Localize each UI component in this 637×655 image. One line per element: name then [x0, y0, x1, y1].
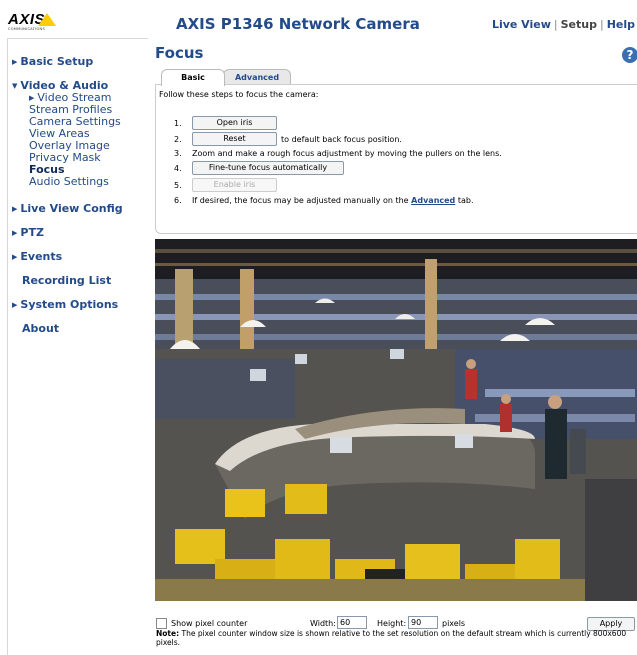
caret-down-icon: ▼: [12, 82, 18, 90]
caret-right-icon: ▶: [29, 94, 35, 102]
caret-right-icon: ▶: [12, 205, 18, 213]
main-content: Focus ? Basic Advanced Follow these step…: [155, 38, 637, 654]
sidebar: ▶ Basic Setup ▼ Video & Audio ▶ Video Strea…: [7, 38, 148, 655]
logo-triangle-icon: [38, 13, 56, 26]
sidebar-item-label: Basic Setup: [20, 55, 94, 68]
height-label: Height:: [377, 619, 407, 628]
sidebar-item-label: PTZ: [20, 226, 44, 239]
step-text-after: tab.: [457, 196, 474, 205]
sidebar-item-events[interactable]: ▶ Events: [12, 250, 62, 263]
caret-right-icon: ▶: [12, 301, 18, 309]
sidebar-item-ptz[interactable]: ▶ PTZ: [12, 226, 44, 239]
step-number: 6.: [174, 196, 182, 205]
help-icon[interactable]: ?: [622, 47, 637, 63]
help-link[interactable]: Help: [607, 18, 635, 31]
sidebar-item-label: Live View Config: [20, 202, 123, 215]
focus-steps-panel: Follow these steps to focus the camera: …: [155, 84, 637, 234]
sidebar-item-live-view-config[interactable]: ▶ Live View Config: [12, 202, 123, 215]
separator: |: [553, 18, 558, 31]
show-pixel-counter-checkbox[interactable]: [156, 618, 167, 629]
intro-text: Follow these steps to focus the camera:: [159, 90, 319, 99]
step-number: 1.: [174, 119, 182, 128]
caret-right-icon: ▶: [12, 229, 18, 237]
open-iris-button[interactable]: Open iris: [192, 116, 277, 130]
step-text: Zoom and make a rough focus adjustment b…: [192, 149, 502, 158]
tab-basic[interactable]: Basic: [161, 69, 225, 86]
live-view-link[interactable]: Live View: [492, 18, 551, 31]
pixel-counter-note: Note: The pixel counter window size is s…: [156, 629, 634, 647]
sidebar-item-label: Events: [20, 250, 63, 263]
note-label: Note:: [156, 629, 180, 638]
header: AXIS COMMUNICATIONS AXIS P1346 Network C…: [0, 0, 637, 34]
step-text-before: If desired, the focus may be adjusted ma…: [192, 196, 409, 205]
top-links: Live View | Setup | Help: [492, 18, 635, 31]
step-number: 3.: [174, 149, 182, 158]
height-input[interactable]: 90: [408, 616, 438, 629]
step-number: 2.: [174, 135, 182, 144]
sidebar-item-system-options[interactable]: ▶ System Options: [12, 298, 118, 311]
step-number: 5.: [174, 181, 182, 190]
caret-right-icon: ▶: [12, 58, 18, 66]
note-text: The pixel counter window size is shown r…: [156, 629, 627, 647]
step-text: If desired, the focus may be adjusted ma…: [192, 196, 474, 205]
axis-logo[interactable]: AXIS COMMUNICATIONS: [8, 11, 78, 33]
store-scene-image: [155, 239, 637, 601]
caret-right-icon: ▶: [12, 253, 18, 261]
step-text: to default back focus position.: [281, 135, 402, 144]
tab-advanced[interactable]: Advanced: [223, 69, 291, 85]
reset-button[interactable]: Reset: [192, 132, 277, 146]
width-input[interactable]: 60: [337, 616, 367, 629]
advanced-link[interactable]: Advanced: [411, 196, 455, 205]
sidebar-item-basic-setup[interactable]: ▶ Basic Setup: [12, 55, 93, 68]
sidebar-item-label: System Options: [20, 298, 119, 311]
width-label: Width:: [310, 619, 336, 628]
enable-iris-button[interactable]: Enable iris: [192, 178, 277, 192]
sidebar-item-about[interactable]: About: [22, 322, 59, 335]
fine-tune-focus-button[interactable]: Fine-tune focus automatically: [192, 161, 344, 175]
camera-live-image[interactable]: [155, 239, 637, 601]
logo-subtext: COMMUNICATIONS: [8, 27, 45, 31]
page-title: Focus: [155, 44, 204, 62]
show-pixel-counter-label: Show pixel counter: [171, 619, 248, 628]
setup-link[interactable]: Setup: [561, 18, 597, 31]
sidebar-subitem-audio-settings[interactable]: Audio Settings: [29, 176, 109, 188]
step-number: 4.: [174, 164, 182, 173]
sidebar-item-recording-list[interactable]: Recording List: [22, 274, 111, 287]
separator: |: [599, 18, 604, 31]
page-header-title: AXIS P1346 Network Camera: [176, 15, 420, 33]
pixels-unit-label: pixels: [442, 619, 466, 628]
